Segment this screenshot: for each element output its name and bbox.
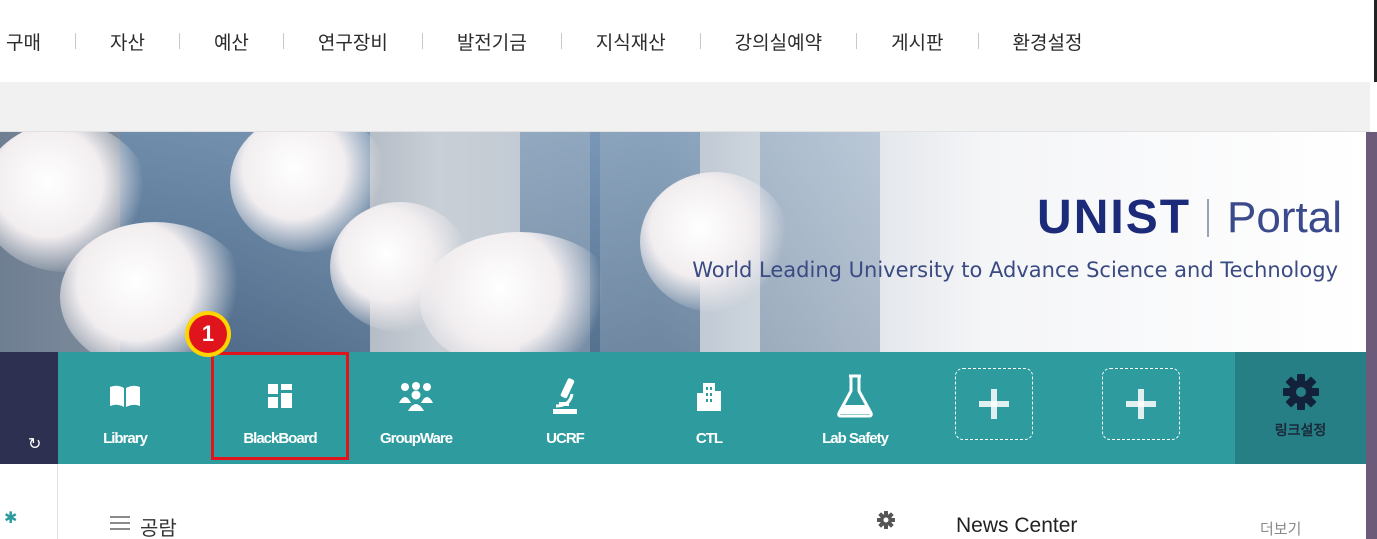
book-icon: [108, 376, 142, 416]
link-label: Library: [103, 430, 148, 447]
hamburger-icon[interactable]: [110, 516, 130, 530]
gear-icon[interactable]: [876, 510, 896, 530]
menu-intellectual-property[interactable]: 지식재산: [596, 28, 666, 55]
menu-separator: [282, 33, 284, 49]
menu-purchase[interactable]: 구매: [6, 28, 41, 55]
window-edge: [1366, 132, 1377, 539]
more-link[interactable]: 더보기: [1260, 518, 1301, 539]
add-link-button[interactable]: [1102, 368, 1180, 440]
link-ucrf[interactable]: UCRF: [510, 352, 620, 464]
menu-separator: [74, 33, 76, 49]
section-title-circulation: 공람: [140, 516, 177, 539]
menu-preferences[interactable]: 환경설정: [1013, 28, 1083, 55]
link-settings-label: 링크설정: [1274, 423, 1327, 439]
link-label: UCRF: [546, 430, 585, 447]
menu-separator: [178, 33, 180, 49]
menu-assets[interactable]: 자산: [110, 28, 145, 55]
unist-logo: UNIST Portal: [1037, 190, 1342, 245]
gear-icon: [1282, 374, 1319, 410]
menu-classroom-reservation[interactable]: 강의실예약: [735, 28, 822, 55]
gear-icon[interactable]: ✱: [4, 508, 17, 527]
link-label: CTL: [695, 430, 723, 447]
banner-tagline: World Leading University to Advance Scie…: [692, 258, 1338, 282]
group-icon: [396, 376, 436, 416]
logo-divider: [1207, 198, 1210, 237]
menu-board[interactable]: 게시판: [891, 28, 943, 55]
annotation-highlight-box: [211, 352, 349, 460]
link-settings-button[interactable]: 링크설정: [1235, 352, 1366, 464]
link-library[interactable]: Library: [70, 352, 180, 464]
left-strip: ↻: [0, 352, 58, 464]
menu-separator: [560, 33, 562, 49]
cherry-blossom: [640, 172, 790, 312]
menu-separator: [421, 33, 423, 49]
menu-separator: [977, 33, 979, 49]
plus-icon: [979, 389, 1009, 419]
building-icon: [695, 376, 723, 416]
link-groupware[interactable]: GroupWare: [361, 352, 471, 464]
section-title-news-center: News Center: [956, 514, 1078, 537]
menu-separator: [699, 33, 701, 49]
menu-research-equipment[interactable]: 연구장비: [318, 28, 388, 55]
link-label: GroupWare: [379, 430, 453, 447]
plus-icon: [1126, 389, 1156, 419]
annotation-step-number: 1: [189, 315, 227, 353]
menu-separator: [856, 33, 858, 49]
logo-portal-text: Portal: [1227, 192, 1342, 242]
logo-mark: UNIST: [1037, 191, 1192, 244]
menu-budget[interactable]: 예산: [214, 28, 249, 55]
top-menu: 구매 자산 예산 연구장비 발전기금 지식재산 강의실예약 게시판 환경설정: [0, 0, 1377, 82]
link-label: Lab Safety: [822, 430, 889, 447]
flask-icon: [835, 374, 875, 418]
content-area: ✱ 공람 News Center 더보기: [0, 464, 1366, 539]
microscope-icon: [550, 376, 580, 416]
refresh-icon[interactable]: ↻: [28, 434, 41, 453]
link-ctl[interactable]: CTL: [654, 352, 764, 464]
cherry-blossom: [330, 202, 470, 332]
link-lab-safety[interactable]: Lab Safety: [800, 352, 910, 464]
sub-menu-bar: [0, 82, 1370, 132]
menu-development-fund[interactable]: 발전기금: [457, 28, 527, 55]
annotation-step-badge: 1: [185, 311, 231, 357]
left-column: ✱: [0, 464, 58, 539]
add-link-button[interactable]: [955, 368, 1033, 440]
